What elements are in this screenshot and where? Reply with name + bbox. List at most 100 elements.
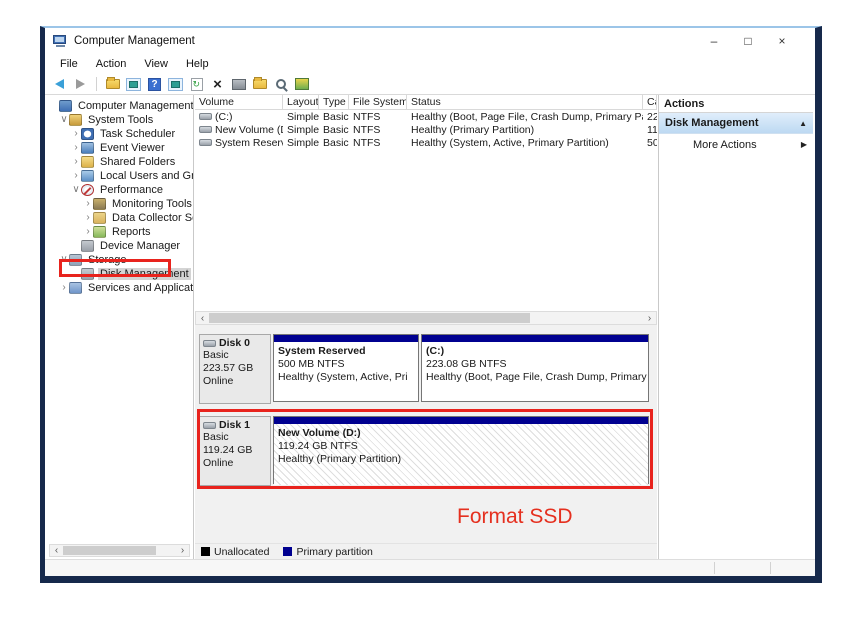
column-header-volume[interactable]: Volume (195, 95, 283, 109)
volume-layout: Simple (283, 137, 319, 149)
window-body: Computer Management – □ × File Action Vi… (45, 28, 815, 576)
column-header-status[interactable]: Status (407, 95, 643, 109)
volume-file-system: NTFS (349, 124, 407, 136)
scroll-thumb[interactable] (209, 313, 530, 323)
disk-properties-icon[interactable] (293, 76, 310, 92)
menu-view[interactable]: View (135, 56, 177, 72)
collapse-arrow-icon[interactable]: ▲ (799, 119, 807, 128)
tree-item-event-viewer[interactable]: › Event Viewer (47, 141, 193, 155)
scroll-thumb[interactable] (63, 546, 156, 555)
task-scheduler-icon (81, 128, 94, 140)
partition-c[interactable]: (C:) 223.08 GB NTFS Healthy (Boot, Page … (421, 334, 649, 402)
scroll-left-icon[interactable]: ‹ (196, 313, 209, 324)
actions-panel: Actions Disk Management ▲ More Actions ▶ (658, 95, 813, 559)
tree-item-services-applications[interactable]: › Services and Applications (47, 281, 193, 295)
partition-status: Healthy (Boot, Page File, Crash Dump, Pr… (426, 371, 644, 384)
volume-file-system: NTFS (349, 111, 407, 123)
delete-icon[interactable] (209, 76, 226, 92)
column-header-file-system[interactable]: File System (349, 95, 407, 109)
chevron-right-icon[interactable]: › (83, 199, 93, 209)
tree-item-reports[interactable]: › Reports (47, 225, 193, 239)
tree-item-label: Services and Applications (86, 282, 194, 294)
tree-item-label: Reports (110, 226, 153, 238)
chevron-right-icon[interactable]: › (83, 227, 93, 237)
column-header-layout[interactable]: Layout (283, 95, 319, 109)
legend-label: Primary partition (296, 546, 372, 558)
column-header-type[interactable]: Type (319, 95, 349, 109)
close-button[interactable]: × (765, 29, 799, 53)
actions-group-disk-management[interactable]: Disk Management ▲ (659, 113, 813, 134)
device-manager-icon (81, 240, 94, 252)
back-icon[interactable] (51, 76, 68, 92)
format-ssd-annotation: Format SSD (457, 505, 573, 529)
partition-title: System Reserved (278, 345, 414, 358)
menu-action[interactable]: Action (87, 56, 136, 72)
tree-item-performance[interactable]: ∨ Performance (47, 183, 193, 197)
volume-capacity: 22 (643, 111, 657, 123)
toolbar-separator (96, 77, 97, 91)
minimize-button[interactable]: – (697, 29, 731, 53)
disk-name: Disk 0 (219, 337, 250, 349)
window-icon[interactable] (167, 76, 184, 92)
refresh-icon[interactable] (188, 76, 205, 92)
scroll-right-icon[interactable]: › (176, 545, 189, 556)
menu-help[interactable]: Help (177, 56, 218, 72)
tree-item-monitoring-tools[interactable]: › Monitoring Tools (47, 197, 193, 211)
volume-list-horizontal-scrollbar[interactable]: ‹ › (195, 311, 657, 325)
tree-item-local-users-groups[interactable]: › Local Users and Groups (47, 169, 193, 183)
more-actions-item[interactable]: More Actions ▶ (659, 134, 813, 155)
volume-status: Healthy (Boot, Page File, Crash Dump, Pr… (407, 111, 643, 123)
menu-file[interactable]: File (51, 56, 87, 72)
tree-item-device-manager[interactable]: Device Manager (47, 239, 193, 253)
window-title: Computer Management (74, 35, 195, 47)
partition-system-reserved[interactable]: System Reserved 500 MB NTFS Healthy (Sys… (273, 334, 419, 402)
chevron-right-icon[interactable]: › (71, 171, 81, 181)
chevron-right-icon[interactable]: › (59, 283, 69, 293)
primary-partition-bar (422, 335, 648, 342)
scroll-right-icon[interactable]: › (643, 313, 656, 324)
tree-item-label: Event Viewer (98, 142, 167, 154)
chevron-right-icon[interactable]: › (83, 213, 93, 223)
volume-status: Healthy (System, Active, Primary Partiti… (407, 137, 643, 149)
help-icon[interactable] (146, 76, 163, 92)
event-viewer-icon (81, 142, 94, 154)
unallocated-swatch-icon (201, 547, 210, 556)
chevron-right-icon[interactable]: › (71, 129, 81, 139)
tree-item-shared-folders[interactable]: › Shared Folders (47, 155, 193, 169)
up-folder-icon[interactable] (104, 76, 121, 92)
column-header-capacity[interactable]: Ca (643, 95, 657, 109)
maximize-button[interactable]: □ (731, 29, 765, 53)
volume-type: Basic (319, 137, 349, 149)
chevron-right-icon[interactable]: › (71, 143, 81, 153)
scroll-left-icon[interactable]: ‹ (50, 545, 63, 556)
tree-item-computer-management[interactable]: Computer Management (Local (47, 99, 193, 113)
tree-horizontal-scrollbar[interactable]: ‹ › (49, 544, 190, 557)
title-bar[interactable]: Computer Management – □ × (45, 28, 815, 54)
open-folder-icon[interactable] (251, 76, 268, 92)
computer-management-app-icon (53, 35, 68, 48)
status-bar-divider (714, 562, 715, 574)
volume-row-d[interactable]: New Volume (D:) Simple Basic NTFS Health… (195, 123, 657, 136)
volume-row-c[interactable]: (C:) Simple Basic NTFS Healthy (Boot, Pa… (195, 110, 657, 123)
tree-item-data-collector-sets[interactable]: › Data Collector Sets (47, 211, 193, 225)
volume-drive-icon (199, 139, 212, 146)
tree-item-task-scheduler[interactable]: › Task Scheduler (47, 127, 193, 141)
partition-size: 223.08 GB NTFS (426, 358, 644, 371)
chevron-down-icon[interactable]: ∨ (71, 185, 81, 195)
graphical-view: Disk 0 Basic 223.57 GB Online System Res… (195, 325, 657, 543)
system-tools-icon (69, 114, 82, 126)
main-area: Computer Management (Local ∨ System Tool… (45, 94, 815, 559)
disk-status: Online (203, 375, 267, 388)
volume-row-system-reserved[interactable]: System Reserved Simple Basic NTFS Health… (195, 136, 657, 149)
disk-0-label-box[interactable]: Disk 0 Basic 223.57 GB Online (199, 334, 271, 404)
console-tree-icon[interactable] (125, 76, 142, 92)
status-bar-divider (770, 562, 771, 574)
forward-icon[interactable] (72, 76, 89, 92)
chevron-right-icon[interactable]: › (71, 157, 81, 167)
tree-item-system-tools[interactable]: ∨ System Tools (47, 113, 193, 127)
volume-name: System Reserved (215, 137, 283, 149)
tree-item-label: Performance (98, 184, 165, 196)
properties-icon[interactable] (230, 76, 247, 92)
search-icon[interactable] (272, 76, 289, 92)
chevron-down-icon[interactable]: ∨ (59, 115, 69, 125)
